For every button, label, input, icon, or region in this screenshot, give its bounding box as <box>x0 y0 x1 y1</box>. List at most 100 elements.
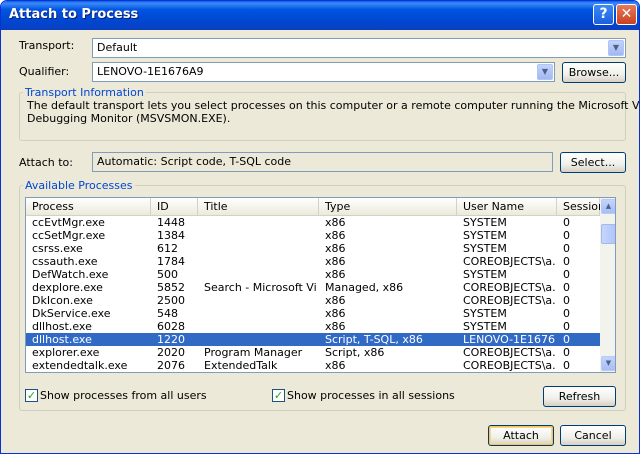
table-row[interactable]: dllhost.exe 1220 Script, T-SQL, x86 LENOVO-… <box>26 333 600 346</box>
transport-info-line2: Debugging Monitor (MSVSMON.EXE). <box>27 112 231 125</box>
column-header-user-name[interactable]: User Name <box>457 198 557 216</box>
table-row[interactable]: FCS... E.EXE 1000 x86 COREOBJECTS\a... 0 <box>26 372 600 373</box>
cell-user-name: SYSTEM <box>463 268 507 281</box>
cell-session: 0 <box>563 333 570 346</box>
cell-process: FCS... E.EXE <box>32 372 147 373</box>
cell-type: x86 <box>325 268 346 281</box>
show-all-users-checkbox[interactable]: ✓ <box>25 389 38 402</box>
refresh-button[interactable]: Refresh <box>543 386 616 407</box>
cell-id: 1448 <box>157 216 185 229</box>
cell-type: x86 <box>325 294 346 307</box>
cell-session: 0 <box>563 281 570 294</box>
cell-id: 1220 <box>157 333 185 346</box>
arrow-up-icon[interactable]: ▲ <box>601 199 615 214</box>
cell-id: 5852 <box>157 281 185 294</box>
scrollbar-thumb[interactable] <box>601 224 615 244</box>
cell-id: 1384 <box>157 229 185 242</box>
title-bar[interactable]: Attach to Process ? ✕ <box>1 1 639 30</box>
transport-info-line1: The default transport lets you select pr… <box>27 99 640 112</box>
cell-user-name: SYSTEM <box>463 242 507 255</box>
cell-title: Search - Microsoft Vis... <box>204 281 316 294</box>
process-list[interactable]: Process ID Title Type User Name Session … <box>25 197 616 373</box>
cell-user-name: SYSTEM <box>463 229 507 242</box>
qualifier-label: Qualifier: <box>19 65 70 78</box>
column-header-title[interactable]: Title <box>198 198 319 216</box>
table-row[interactable]: dllhost.exe 6028 x86 SYSTEM 0 <box>26 320 600 333</box>
cell-user-name: COREOBJECTS\a... <box>463 346 555 359</box>
process-list-scrollbar[interactable]: ▲ ▼ <box>600 198 615 372</box>
table-row[interactable]: DefWatch.exe 500 x86 SYSTEM 0 <box>26 268 600 281</box>
chevron-down-icon[interactable]: ▼ <box>608 40 624 56</box>
column-header-session[interactable]: Session <box>557 198 605 216</box>
show-all-sessions-label[interactable]: Show processes in all sessions <box>287 389 455 402</box>
attach-button[interactable]: Attach <box>488 425 554 446</box>
close-button[interactable]: ✕ <box>616 4 637 25</box>
transport-select[interactable]: Default ▼ <box>92 38 626 58</box>
browse-button[interactable]: Browse... <box>562 62 626 83</box>
cell-id: 2500 <box>157 294 185 307</box>
transport-value: Default <box>97 41 138 54</box>
qualifier-value: LENOVO-1E1676A9 <box>97 65 204 78</box>
transport-label: Transport: <box>19 39 75 52</box>
cell-user-name: COREOBJECTS\a... <box>463 281 555 294</box>
cell-user-name: COREOBJECTS\a... <box>463 294 555 307</box>
table-row[interactable]: ccSetMgr.exe 1384 x86 SYSTEM 0 <box>26 229 600 242</box>
column-header-id[interactable]: ID <box>151 198 198 216</box>
table-row[interactable]: extendedtalk.exe 2076 ExtendedTalk x86 COREO… <box>26 359 600 372</box>
attach-to-process-dialog: Attach to Process ? ✕ Transport: Default… <box>0 0 640 454</box>
cell-process: explorer.exe <box>32 346 100 359</box>
cell-process: DkIcon.exe <box>32 294 93 307</box>
cell-process: csrss.exe <box>32 242 83 255</box>
arrow-down-icon[interactable]: ▼ <box>601 356 615 371</box>
process-list-header: Process ID Title Type User Name Session <box>26 198 605 216</box>
cell-session: 0 <box>563 307 570 320</box>
dialog-title: Attach to Process <box>9 7 139 22</box>
table-row[interactable]: DkIcon.exe 2500 x86 COREOBJECTS\a... 0 <box>26 294 600 307</box>
transport-info-legend: Transport Information <box>23 86 146 99</box>
cell-session: 0 <box>563 372 593 373</box>
cell-process: ccEvtMgr.exe <box>32 216 105 229</box>
cell-type: x86 <box>325 229 346 242</box>
cell-user-name: SYSTEM <box>463 216 507 229</box>
cell-type: Script, x86 <box>325 346 385 359</box>
cell-type: Script, T-SQL, x86 <box>325 333 423 346</box>
cell-session: 0 <box>563 294 570 307</box>
cell-user-name: SYSTEM <box>463 307 507 320</box>
cell-id: 6028 <box>157 320 185 333</box>
table-row[interactable]: ccEvtMgr.exe 1448 x86 SYSTEM 0 <box>26 216 600 229</box>
table-row[interactable]: cssauth.exe 1784 x86 COREOBJECTS\a... 0 <box>26 255 600 268</box>
cell-session: 0 <box>563 216 570 229</box>
column-header-type[interactable]: Type <box>319 198 457 216</box>
cell-id: 2076 <box>157 359 185 372</box>
cell-title: Program Manager <box>204 346 303 359</box>
show-all-sessions-checkbox[interactable]: ✓ <box>272 389 285 402</box>
cell-type: x86 <box>325 359 346 372</box>
cell-type: Managed, x86 <box>325 281 404 294</box>
table-row[interactable]: csrss.exe 612 x86 SYSTEM 0 <box>26 242 600 255</box>
attach-to-label: Attach to: <box>19 156 73 169</box>
table-row[interactable]: DkService.exe 548 x86 SYSTEM 0 <box>26 307 600 320</box>
cell-session: 0 <box>563 255 570 268</box>
cell-id: 500 <box>157 268 178 281</box>
cell-process: dllhost.exe <box>32 320 92 333</box>
table-row[interactable]: explorer.exe 2020 Program Manager Script, x… <box>26 346 600 359</box>
cell-session: 0 <box>563 242 570 255</box>
cancel-button[interactable]: Cancel <box>560 425 626 446</box>
chevron-down-icon[interactable]: ▼ <box>537 64 553 80</box>
cell-id: 548 <box>157 307 178 320</box>
select-button[interactable]: Select... <box>560 152 626 173</box>
cell-process: extendedtalk.exe <box>32 359 128 372</box>
column-header-process[interactable]: Process <box>26 198 151 216</box>
process-rows: ccEvtMgr.exe 1448 x86 SYSTEM 0 ccSetMgr.exe 13… <box>26 216 600 373</box>
cell-process: ccSetMgr.exe <box>32 229 106 242</box>
cell-process: DefWatch.exe <box>32 268 109 281</box>
cell-user-name: COREOBJECTS\a... <box>463 255 555 268</box>
help-button[interactable]: ? <box>593 4 614 25</box>
show-all-users-label[interactable]: Show processes from all users <box>40 389 207 402</box>
table-row[interactable]: dexplore.exe 5852 Search - Microsoft Vis..… <box>26 281 600 294</box>
available-processes-legend: Available Processes <box>23 179 135 192</box>
cell-type: x86 <box>325 216 346 229</box>
cell-user-name: COREOBJECTS\a... <box>463 372 555 373</box>
qualifier-combobox[interactable]: LENOVO-1E1676A9 ▼ <box>92 62 555 82</box>
cell-session: 0 <box>563 346 570 359</box>
